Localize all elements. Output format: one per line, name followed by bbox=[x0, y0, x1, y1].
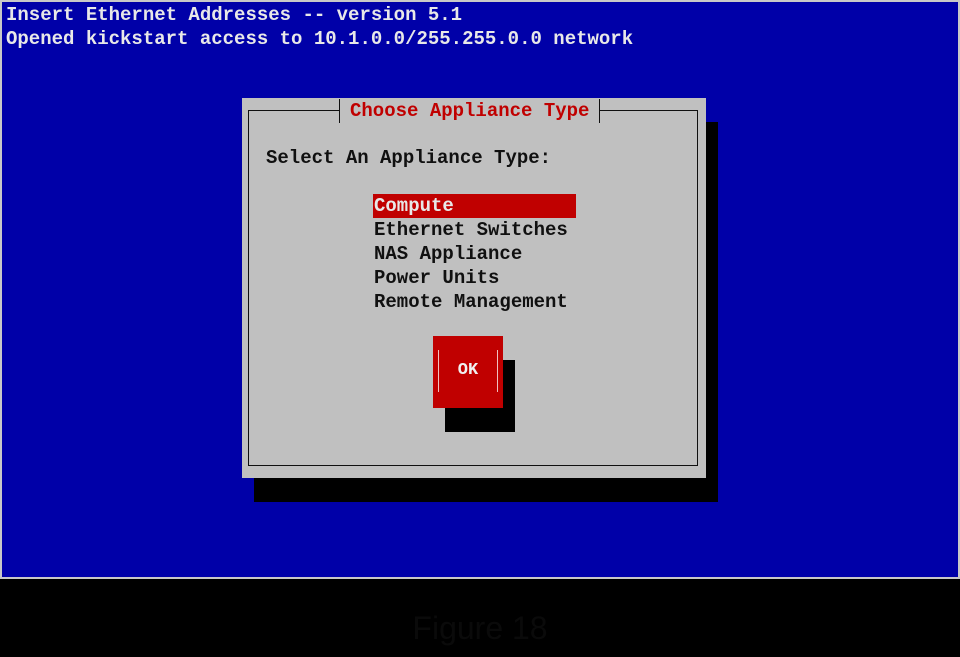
dialog-title: Choose Appliance Type bbox=[339, 99, 601, 123]
header-status: Opened kickstart access to 10.1.0.0/255.… bbox=[6, 28, 634, 50]
ok-button-label: OK bbox=[457, 361, 479, 380]
list-item-ethernet-switches[interactable]: Ethernet Switches bbox=[373, 218, 576, 242]
header-title: Insert Ethernet Addresses -- version 5.1 bbox=[6, 4, 463, 26]
list-item-remote-management[interactable]: Remote Management bbox=[373, 290, 576, 314]
terminal-screen: Insert Ethernet Addresses -- version 5.1… bbox=[0, 0, 960, 579]
ok-button[interactable]: OK bbox=[433, 336, 503, 408]
list-item-compute[interactable]: Compute bbox=[373, 194, 576, 218]
appliance-type-dialog: Choose Appliance Type Select An Applianc… bbox=[242, 98, 706, 478]
figure-caption: Figure 18 bbox=[412, 610, 548, 646]
list-item-power-units[interactable]: Power Units bbox=[373, 266, 576, 290]
appliance-type-list[interactable]: Compute Ethernet Switches NAS Appliance … bbox=[373, 194, 576, 314]
dialog-prompt: Select An Appliance Type: bbox=[266, 147, 552, 169]
list-item-nas-appliance[interactable]: NAS Appliance bbox=[373, 242, 576, 266]
